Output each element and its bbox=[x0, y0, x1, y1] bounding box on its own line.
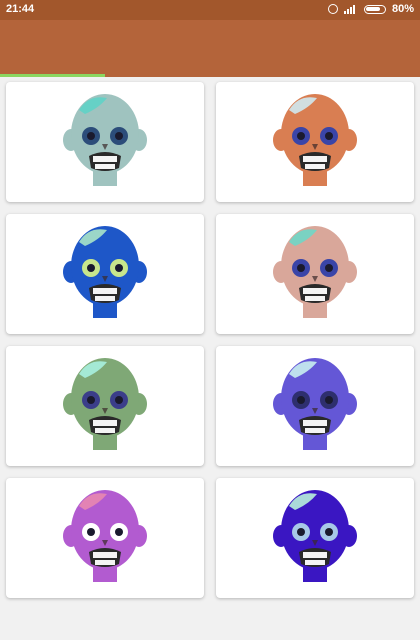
zombie-face-icon bbox=[273, 94, 357, 186]
zombie-card-1[interactable] bbox=[6, 82, 204, 202]
zombie-face-icon bbox=[63, 226, 147, 318]
zombie-card-5[interactable] bbox=[6, 346, 204, 466]
zombie-face-icon bbox=[273, 226, 357, 318]
alarm-icon bbox=[327, 4, 338, 14]
zombie-card-7[interactable] bbox=[6, 478, 204, 598]
zombie-card-4[interactable] bbox=[216, 214, 414, 334]
status-time: 21:44 bbox=[6, 3, 35, 15]
zombie-face-icon bbox=[63, 94, 147, 186]
bottom-area bbox=[0, 604, 420, 640]
zombie-face-icon bbox=[63, 490, 147, 582]
status-bar: 21:44 80% bbox=[0, 0, 420, 20]
loading-progress-fill bbox=[0, 74, 105, 77]
zombie-face-icon bbox=[273, 490, 357, 582]
battery-icon bbox=[363, 4, 386, 14]
app-toolbar bbox=[0, 20, 420, 74]
loading-progress-bar bbox=[0, 74, 420, 77]
zombie-card-2[interactable] bbox=[216, 82, 414, 202]
signal-icon bbox=[343, 4, 358, 14]
zombie-card-3[interactable] bbox=[6, 214, 204, 334]
zombie-card-8[interactable] bbox=[216, 478, 414, 598]
battery-percent: 80% bbox=[391, 3, 414, 15]
zombie-face-icon bbox=[63, 358, 147, 450]
zombie-face-icon bbox=[273, 358, 357, 450]
zombie-card-6[interactable] bbox=[216, 346, 414, 466]
